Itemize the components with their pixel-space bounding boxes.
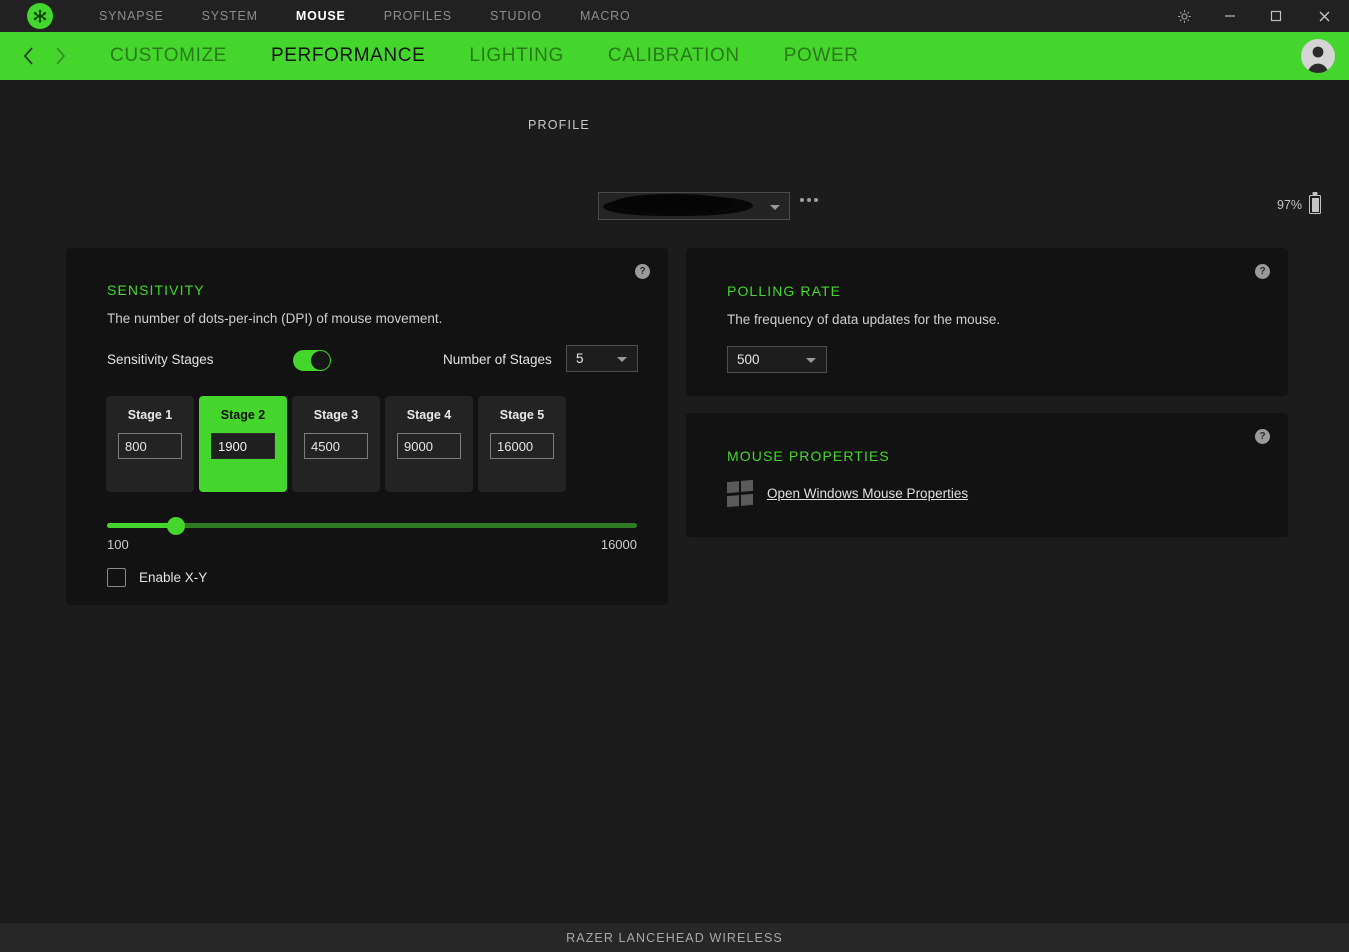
dot (814, 198, 818, 202)
stage-dpi-input[interactable] (118, 433, 182, 459)
sensitivity-stage-list: Stage 1 Stage 2 Stage 3 Stage 4 Stage 5 (106, 396, 566, 492)
sensitivity-title: SENSITIVITY (107, 282, 205, 298)
slider-thumb[interactable] (166, 516, 185, 535)
tab-macro[interactable]: MACRO (561, 0, 650, 32)
dot (807, 198, 811, 202)
windows-pane (727, 494, 739, 508)
stage-label: Stage 5 (499, 408, 545, 422)
mouse-properties-help-icon[interactable]: ? (1255, 429, 1270, 444)
stage-dpi-input[interactable] (304, 433, 368, 459)
sensitivity-stages-toggle[interactable] (293, 350, 331, 371)
profile-name-redacted (603, 194, 753, 216)
number-of-stages-dropdown[interactable]: 5 (566, 345, 638, 372)
polling-rate-help-icon[interactable]: ? (1255, 264, 1270, 279)
razer-synapse-window: SYNAPSE SYSTEM MOUSE PROFILES STUDIO MAC… (0, 0, 1349, 952)
open-windows-mouse-properties-link[interactable]: Open Windows Mouse Properties (767, 486, 968, 501)
windows-pane (741, 493, 753, 506)
profile-dropdown[interactable] (598, 192, 790, 220)
sensitivity-panel: ? SENSITIVITY The number of dots-per-inc… (66, 248, 668, 605)
battery-icon (1309, 195, 1321, 214)
stage-card-1[interactable]: Stage 1 (106, 396, 194, 492)
subnav-tab-list: CUSTOMIZE PERFORMANCE LIGHTING CALIBRATI… (88, 32, 881, 80)
polling-rate-panel: ? POLLING RATE The frequency of data upd… (686, 248, 1288, 396)
tab-profiles[interactable]: PROFILES (365, 0, 471, 32)
stage-label: Stage 2 (220, 408, 266, 422)
mouse-properties-title: MOUSE PROPERTIES (727, 448, 890, 464)
title-bar: SYNAPSE SYSTEM MOUSE PROFILES STUDIO MAC… (0, 0, 1349, 32)
stage-dpi-input[interactable] (490, 433, 554, 459)
polling-rate-description: The frequency of data updates for the mo… (727, 312, 1001, 327)
windows-logo-icon (727, 479, 753, 508)
slider-min-label: 100 (107, 537, 129, 552)
stage-label: Stage 1 (127, 408, 173, 422)
sensitivity-stages-label: Sensitivity Stages (107, 352, 214, 367)
stage-label: Stage 4 (406, 408, 452, 422)
status-bar: RAZER LANCEHEAD WIRELESS (0, 922, 1349, 952)
chevron-down-icon (806, 358, 816, 363)
tab-system[interactable]: SYSTEM (183, 0, 277, 32)
subtab-performance[interactable]: PERFORMANCE (249, 32, 447, 80)
dot (800, 198, 804, 202)
windows-pane (727, 481, 739, 494)
tab-studio[interactable]: STUDIO (471, 0, 561, 32)
minimize-icon[interactable] (1207, 0, 1253, 32)
chevron-left-icon[interactable] (22, 46, 35, 66)
slider-track[interactable] (107, 516, 637, 535)
toggle-knob (311, 351, 330, 370)
battery-fill (1311, 197, 1319, 212)
slider-fill (107, 523, 176, 528)
logo-container (0, 3, 80, 29)
sensitivity-slider[interactable]: 100 16000 (107, 516, 637, 552)
polling-rate-title: POLLING RATE (727, 283, 842, 299)
profile-more-options-button[interactable] (800, 198, 818, 202)
secondary-nav-bar: CUSTOMIZE PERFORMANCE LIGHTING CALIBRATI… (0, 32, 1349, 80)
chevron-right-icon[interactable] (54, 46, 67, 66)
sensitivity-description: The number of dots-per-inch (DPI) of mou… (107, 311, 443, 326)
subtab-lighting[interactable]: LIGHTING (447, 32, 586, 80)
profile-label: PROFILE (528, 118, 590, 132)
nav-arrows (0, 46, 88, 66)
subtab-customize[interactable]: CUSTOMIZE (88, 32, 249, 80)
primary-tab-bar: SYNAPSE SYSTEM MOUSE PROFILES STUDIO MAC… (80, 0, 650, 32)
close-icon[interactable] (1299, 0, 1349, 32)
windows-pane (741, 479, 753, 493)
subtab-calibration[interactable]: CALIBRATION (586, 32, 762, 80)
stage-card-2[interactable]: Stage 2 (199, 396, 287, 492)
battery-status: 97% (1277, 195, 1321, 214)
slider-max-label: 16000 (600, 537, 637, 552)
mouse-properties-panel: ? MOUSE PROPERTIES Open Windows Mouse Pr… (686, 413, 1288, 537)
stage-card-5[interactable]: Stage 5 (478, 396, 566, 492)
stage-dpi-input[interactable] (211, 433, 275, 459)
window-controls (1161, 0, 1349, 32)
polling-rate-value: 500 (737, 352, 760, 367)
open-windows-mouse-properties-row[interactable]: Open Windows Mouse Properties (727, 479, 968, 508)
enable-xy-row[interactable]: Enable X-Y (107, 568, 207, 587)
stage-card-3[interactable]: Stage 3 (292, 396, 380, 492)
subtab-power[interactable]: POWER (762, 32, 881, 80)
number-of-stages-value: 5 (576, 351, 584, 366)
razer-logo-icon (27, 3, 53, 29)
battery-percent-label: 97% (1276, 197, 1302, 212)
sensitivity-help-icon[interactable]: ? (635, 264, 650, 279)
device-name-label: RAZER LANCEHEAD WIRELESS (566, 930, 783, 945)
chevron-down-icon (770, 205, 780, 210)
tab-mouse[interactable]: MOUSE (277, 0, 365, 32)
content-area: PROFILE 97% ? SENSITIVITY The number of … (0, 80, 1349, 922)
polling-rate-dropdown[interactable]: 500 (727, 346, 827, 373)
gear-icon[interactable] (1161, 0, 1207, 32)
enable-xy-checkbox[interactable] (107, 568, 126, 587)
stage-dpi-input[interactable] (397, 433, 461, 459)
stage-label: Stage 3 (313, 408, 359, 422)
maximize-icon[interactable] (1253, 0, 1299, 32)
enable-xy-label: Enable X-Y (139, 570, 208, 585)
number-of-stages-label: Number of Stages (443, 352, 552, 367)
stage-card-4[interactable]: Stage 4 (385, 396, 473, 492)
user-avatar[interactable] (1301, 39, 1335, 73)
tab-synapse[interactable]: SYNAPSE (80, 0, 183, 32)
chevron-down-icon (617, 357, 627, 362)
